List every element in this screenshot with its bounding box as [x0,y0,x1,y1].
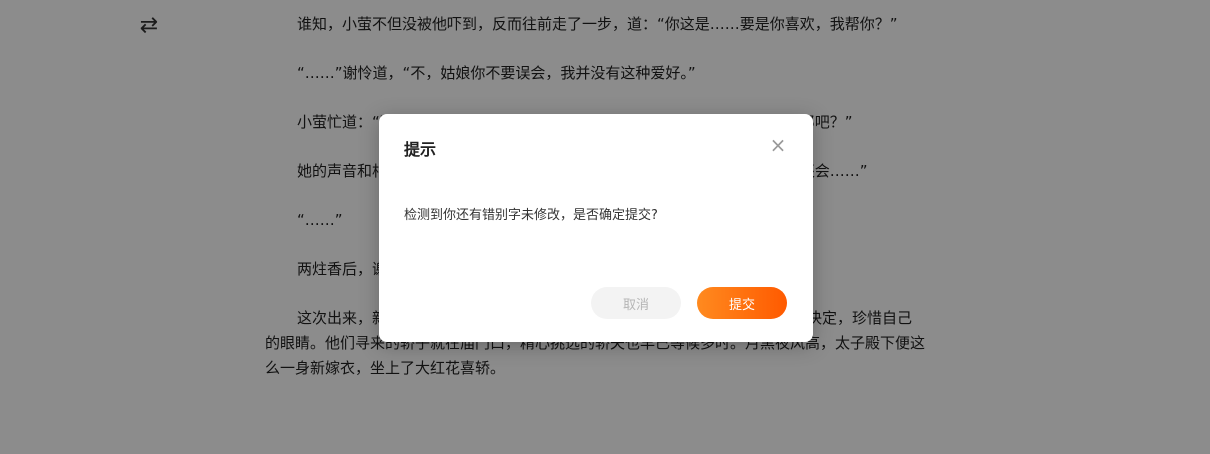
submit-button[interactable]: 提交 [697,287,787,319]
dialog-title: 提示 [404,140,437,159]
dialog-message: 检测到你还有错别字未修改，是否确定提交? [404,208,658,223]
confirm-dialog: 提示 × 检测到你还有错别字未修改，是否确定提交? 取消 提交 [379,114,813,342]
close-icon[interactable]: × [767,133,789,157]
cancel-button[interactable]: 取消 [591,287,681,319]
